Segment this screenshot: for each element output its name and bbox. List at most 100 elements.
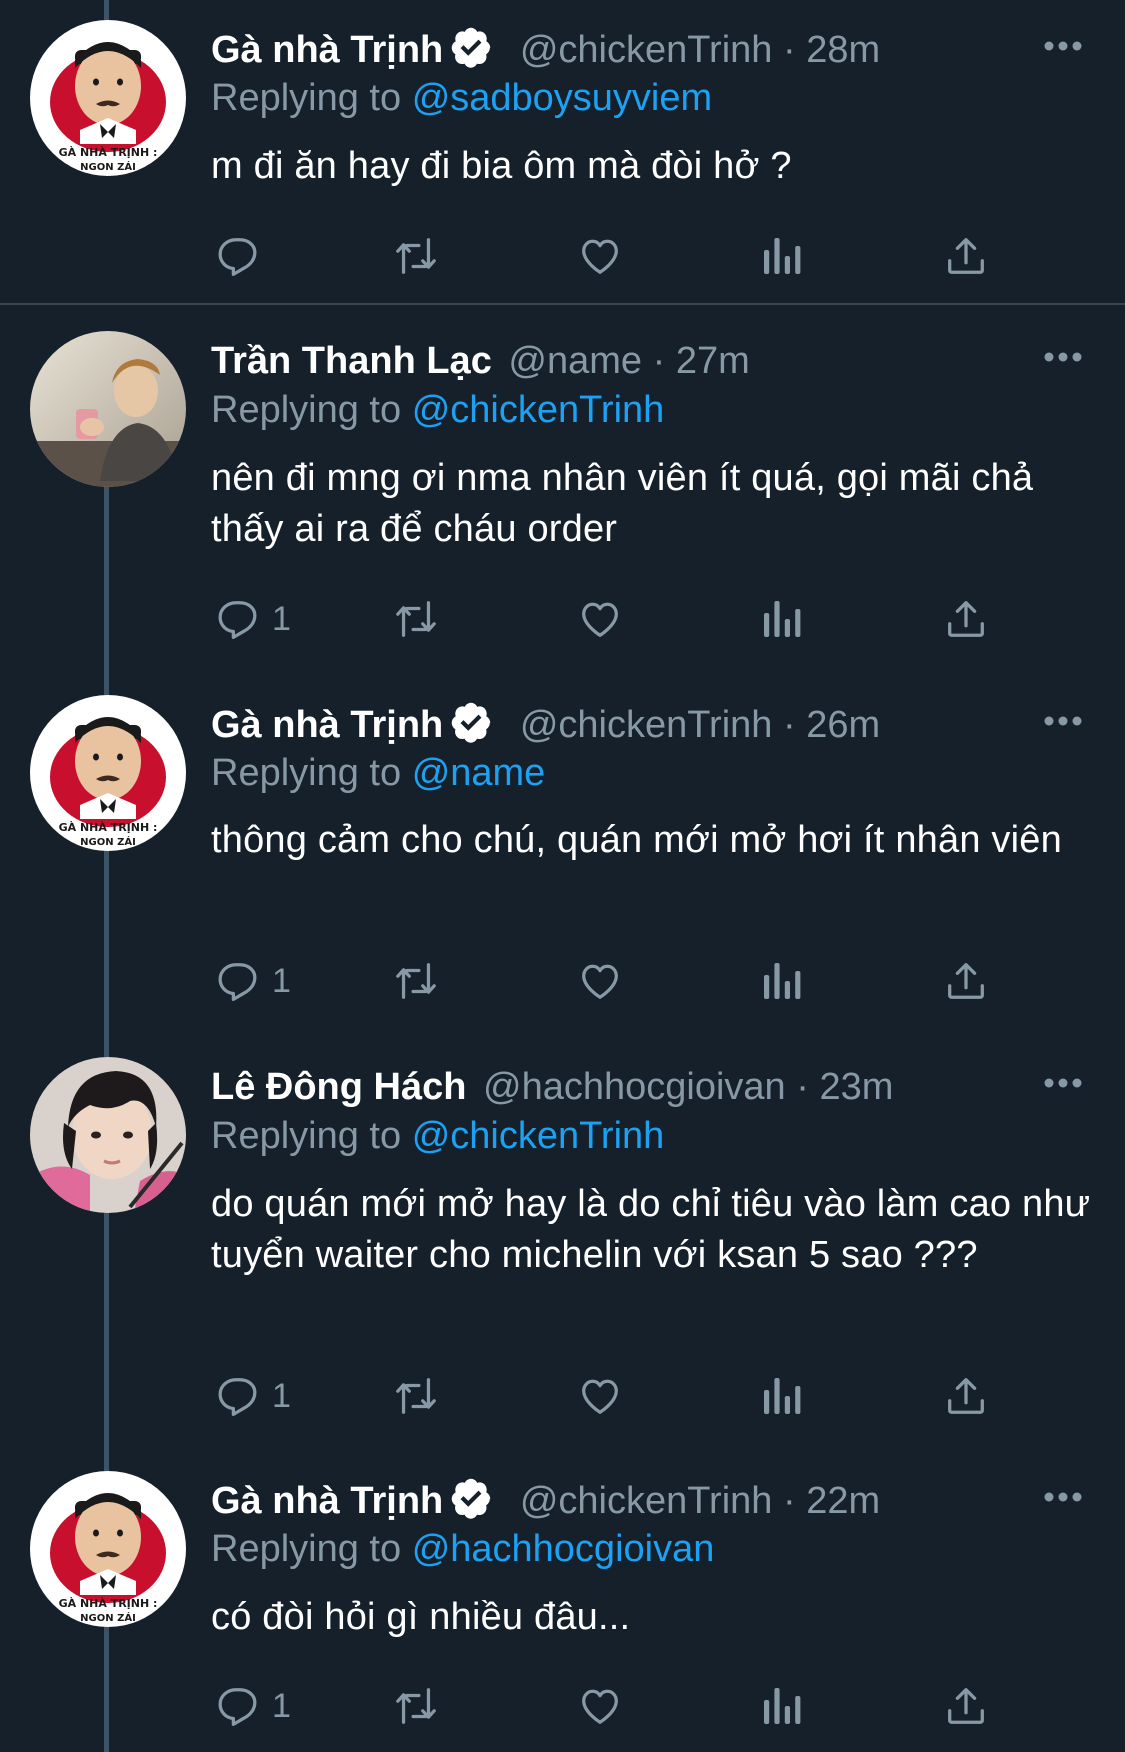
separator-dot: · — [782, 704, 796, 746]
avatar[interactable]: GÀ NHÀ TRỊNH : NGON ZÁI — [30, 1471, 186, 1627]
retweet-icon — [396, 601, 436, 637]
analytics-button[interactable] — [762, 955, 802, 1007]
tweet[interactable]: GÀ NHÀ TRỊNH : NGON ZÁI Gà nhà Trịnh @ch… — [0, 660, 1125, 1025]
verified-badge-icon — [452, 1478, 491, 1519]
mention-link[interactable]: @sadboysuyviem — [412, 77, 712, 119]
like-button[interactable] — [577, 593, 623, 645]
tweet-header: Trần Thanh Lạc @name · 27m — [211, 336, 1045, 386]
user-handle[interactable]: @chickenTrinh — [520, 29, 773, 71]
timestamp[interactable]: 26m — [806, 704, 880, 746]
user-handle[interactable]: @name — [508, 340, 642, 382]
display-name[interactable]: Gà nhà Trịnh — [211, 1480, 443, 1522]
analytics-icon — [764, 963, 801, 999]
svg-text:GÀ NHÀ TRỊNH :: GÀ NHÀ TRỊNH : — [59, 821, 158, 834]
chicken-logo-avatar: GÀ NHÀ TRỊNH : NGON ZÁI — [30, 20, 186, 176]
svg-text:NGON ZÁI: NGON ZÁI — [80, 835, 136, 848]
tweet-text: nên đi mng ơi nma nhân viên ít quá, gọi … — [211, 457, 1034, 550]
tweet-actions: 1 — [211, 593, 1011, 645]
reply-icon — [218, 1688, 257, 1727]
user-handle[interactable]: @chickenTrinh — [520, 704, 773, 746]
analytics-icon — [764, 601, 801, 637]
reply-button[interactable]: 1 — [214, 955, 291, 1007]
retweet-button[interactable] — [392, 593, 440, 645]
heart-icon — [582, 602, 618, 637]
share-button[interactable] — [943, 1370, 989, 1422]
display-name[interactable]: Gà nhà Trịnh — [211, 704, 443, 746]
retweet-button[interactable] — [392, 1370, 440, 1422]
mention-link[interactable]: @chickenTrinh — [412, 1115, 665, 1157]
separator-dot: · — [796, 1066, 809, 1108]
avatar[interactable] — [30, 1057, 186, 1213]
retweet-button[interactable] — [392, 230, 440, 282]
more-icon[interactable] — [1043, 1491, 1083, 1503]
like-button[interactable] — [577, 1680, 623, 1732]
share-icon — [948, 1688, 984, 1724]
svg-text:GÀ NHÀ TRỊNH :: GÀ NHÀ TRỊNH : — [59, 146, 158, 159]
analytics-icon — [764, 1378, 801, 1414]
photo-avatar — [30, 1057, 186, 1213]
reply-count: 1 — [272, 1376, 291, 1415]
analytics-button[interactable] — [762, 593, 802, 645]
timestamp[interactable]: 27m — [676, 340, 750, 382]
timestamp[interactable]: 22m — [806, 1480, 880, 1522]
display-name[interactable]: Trần Thanh Lạc — [211, 340, 492, 382]
analytics-icon — [764, 1688, 801, 1724]
timestamp[interactable]: 23m — [819, 1066, 893, 1108]
analytics-button[interactable] — [762, 230, 802, 282]
share-button[interactable] — [943, 1680, 989, 1732]
verified-badge-icon — [452, 27, 491, 68]
reply-button[interactable]: 1 — [214, 1680, 291, 1732]
like-button[interactable] — [577, 230, 623, 282]
retweet-button[interactable] — [392, 955, 440, 1007]
svg-text:NGON ZÁI: NGON ZÁI — [80, 160, 136, 173]
reply-count: 1 — [272, 1686, 291, 1725]
avatar[interactable] — [30, 331, 186, 487]
retweet-icon — [396, 238, 436, 274]
tweet-text: m đi ăn hay đi bia ôm mà đòi hở ? — [211, 145, 792, 187]
replying-to-label: Replying to — [211, 1115, 402, 1157]
share-button[interactable] — [943, 230, 989, 282]
tweet[interactable]: Trần Thanh Lạc @name · 27m Replying to @… — [0, 305, 1125, 660]
replying-to: Replying to @sadboysuyviem — [211, 73, 712, 123]
user-handle[interactable]: @chickenTrinh — [520, 1480, 773, 1522]
mention-link[interactable]: @chickenTrinh — [412, 389, 665, 431]
like-button[interactable] — [577, 955, 623, 1007]
reply-button[interactable] — [214, 230, 272, 282]
more-icon[interactable] — [1043, 351, 1083, 363]
verified-badge-icon — [452, 702, 491, 743]
svg-text:GÀ NHÀ TRỊNH :: GÀ NHÀ TRỊNH : — [59, 1597, 158, 1610]
replying-to-label: Replying to — [211, 77, 402, 119]
separator-dot: · — [652, 340, 666, 382]
retweet-button[interactable] — [392, 1680, 440, 1732]
mention-link[interactable]: @hachhocgioivan — [412, 1528, 715, 1570]
heart-icon — [582, 964, 618, 999]
like-button[interactable] — [577, 1370, 623, 1422]
reply-count: 1 — [272, 599, 291, 638]
tweet[interactable]: Lê Đông Hách @hachhocgioivan · 23m Reply… — [0, 1025, 1125, 1435]
analytics-button[interactable] — [762, 1680, 802, 1732]
replying-to: Replying to @chickenTrinh — [211, 1111, 664, 1161]
share-button[interactable] — [943, 955, 989, 1007]
tweet-actions: 1 — [211, 1370, 1011, 1422]
display-name[interactable]: Lê Đông Hách — [211, 1066, 466, 1108]
tweet[interactable]: GÀ NHÀ TRỊNH : NGON ZÁI Gà nhà Trịnh @ch… — [0, 1435, 1125, 1752]
reply-button[interactable]: 1 — [214, 1370, 291, 1422]
display-name[interactable]: Gà nhà Trịnh — [211, 29, 443, 71]
timestamp[interactable]: 28m — [806, 29, 880, 71]
user-handle[interactable]: @hachhocgioivan — [483, 1066, 786, 1108]
analytics-button[interactable] — [762, 1370, 802, 1422]
avatar[interactable]: GÀ NHÀ TRỊNH : NGON ZÁI — [30, 695, 186, 851]
tweet[interactable]: GÀ NHÀ TRỊNH : NGON ZÁI Gà nhà Trịnh @ch… — [0, 0, 1125, 303]
more-icon[interactable] — [1043, 1077, 1083, 1089]
reply-button[interactable]: 1 — [214, 593, 291, 645]
retweet-icon — [396, 1378, 436, 1414]
share-button[interactable] — [943, 593, 989, 645]
separator-dot: · — [782, 29, 796, 71]
more-icon[interactable] — [1043, 715, 1083, 727]
replying-to-label: Replying to — [211, 389, 402, 431]
mention-link[interactable]: @name — [412, 752, 546, 794]
share-icon — [948, 963, 984, 999]
more-icon[interactable] — [1043, 40, 1083, 52]
heart-icon — [582, 1689, 618, 1724]
avatar[interactable]: GÀ NHÀ TRỊNH : NGON ZÁI — [30, 20, 186, 176]
